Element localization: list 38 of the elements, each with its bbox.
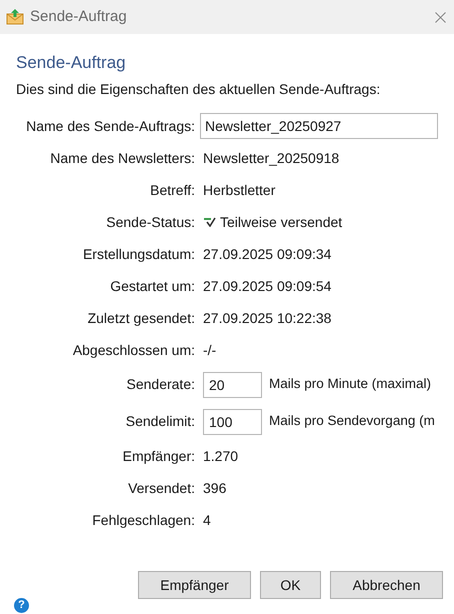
field-label: Zuletzt gesendet:: [86, 308, 195, 328]
field-label: Abgeschlossen um:: [72, 340, 195, 360]
field-value: 396: [203, 478, 226, 498]
field-label: Betreff:: [149, 180, 195, 200]
field-value: 27.09.2025 09:09:54: [203, 276, 332, 296]
field-label: Senderate:: [126, 375, 195, 394]
field-label: Name des Sende-Auftrags:: [25, 116, 195, 136]
status-text: Teilweise versendet: [220, 212, 342, 232]
field-value: 4: [203, 510, 211, 530]
field-value: -/-: [203, 340, 216, 360]
window-title: Sende-Auftrag: [30, 6, 127, 27]
help-icon[interactable]: ?: [14, 598, 29, 612]
field-value: Herbstletter: [203, 180, 276, 200]
name-input[interactable]: Newsletter_20250927: [200, 113, 438, 139]
envelope-icon: [6, 9, 24, 25]
field-value: 27.09.2025 09:09:34: [203, 244, 332, 264]
dialog-button[interactable]: Empfänger: [138, 571, 251, 599]
field-label: Erstellungsdatum:: [82, 244, 195, 264]
dialog-button[interactable]: OK: [260, 571, 321, 599]
field-value: 1.270: [203, 446, 238, 466]
field-label: Versendet:: [127, 478, 195, 498]
number-input[interactable]: 100: [203, 408, 262, 434]
dialog-button[interactable]: Abbrechen: [330, 571, 443, 599]
field-value: Newsletter_20250918: [203, 148, 340, 168]
field-label: Fehlgeschlagen:: [91, 510, 195, 530]
check-flag-icon: [204, 217, 216, 227]
field-label: Gestartet um:: [109, 276, 195, 296]
close-icon[interactable]: [435, 12, 446, 22]
number-input[interactable]: 20: [203, 372, 262, 398]
field-value: 27.09.2025 10:22:38: [203, 308, 332, 328]
unit-text: Mails pro Minute (maximal): [269, 375, 432, 394]
field-label: Sendelimit:: [124, 412, 195, 431]
field-label: Sende-Status:: [105, 212, 195, 232]
field-label: Name des Newsletters:: [49, 148, 195, 168]
intro-text: Dies sind die Eigenschaften des aktuellen Sende-Auftrags:: [16, 80, 382, 98]
dialog-heading: Sende-Auftrag: [16, 52, 127, 74]
field-label: Empfänger:: [122, 446, 195, 466]
unit-text: Mails pro Sendevorgang (m: [269, 412, 435, 430]
